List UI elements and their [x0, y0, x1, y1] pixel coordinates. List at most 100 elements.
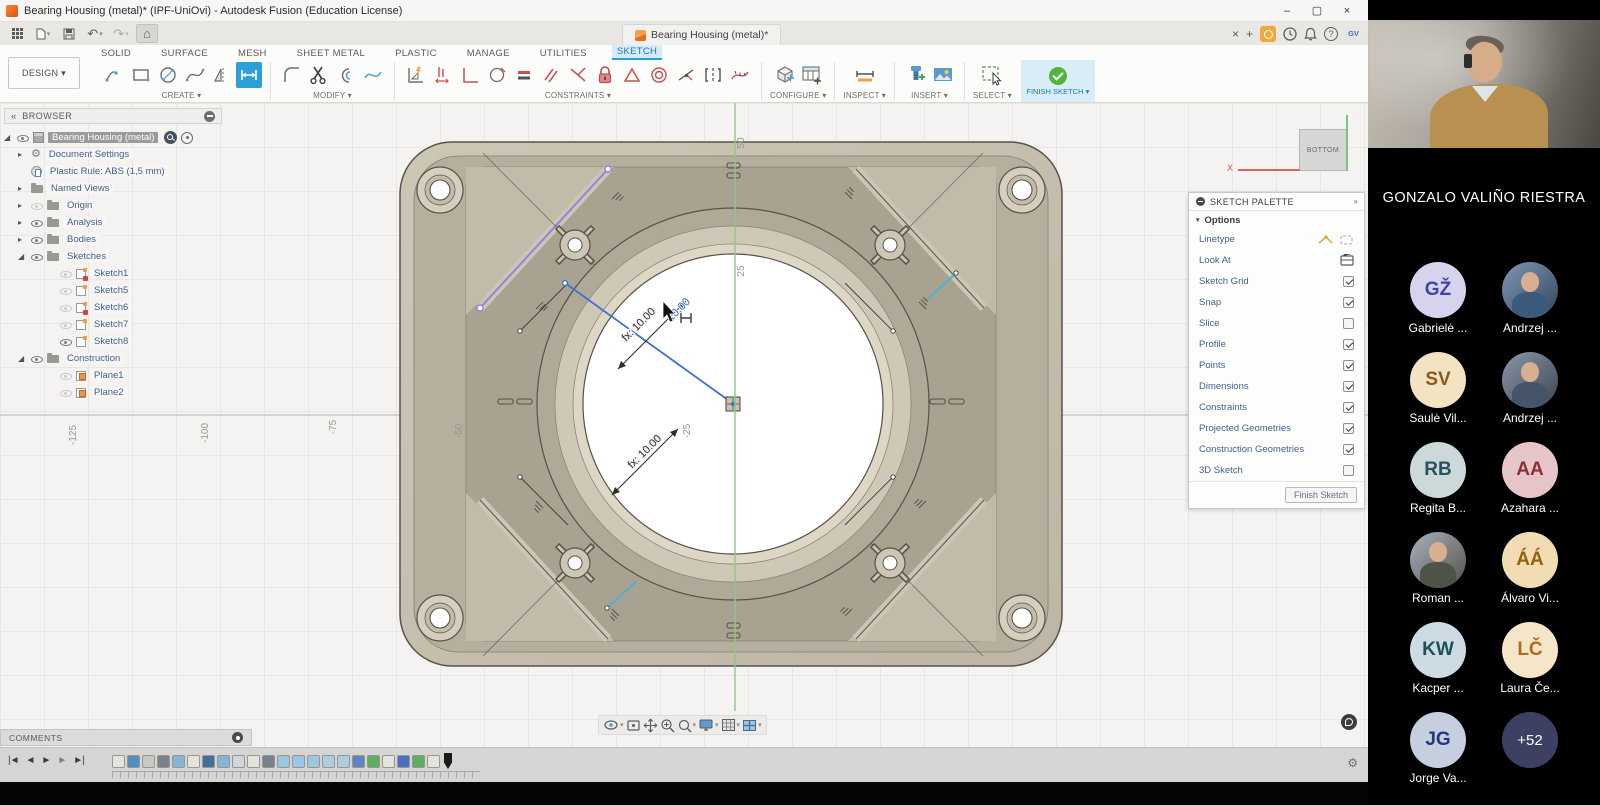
speaker-video[interactable] — [1368, 20, 1600, 148]
constraints-group-label[interactable]: CONSTRAINTS ▾ — [545, 91, 611, 100]
eye-icon[interactable] — [17, 132, 29, 143]
circle-dim-icon[interactable] — [484, 62, 510, 88]
timeline-feature-fillet[interactable] — [292, 755, 305, 768]
tree-root-component[interactable]: ◢ Bearing Housing (metal) — [4, 129, 222, 146]
avatar[interactable]: JG — [1410, 712, 1466, 768]
palette-expand-icon[interactable]: » — [1354, 197, 1357, 206]
palette-row-lookat[interactable]: Look At — [1189, 250, 1364, 271]
comments-bar[interactable]: COMMENTS — [0, 729, 252, 746]
timeline-feature-extrude[interactable] — [127, 755, 140, 768]
fit-icon[interactable]: ▾ — [677, 718, 697, 733]
avatar[interactable]: AA — [1502, 442, 1558, 498]
palette-header[interactable]: SKETCH PALETTE » — [1189, 193, 1364, 211]
tree-item-sketch6[interactable]: Sketch6 — [4, 299, 222, 316]
palette-options-section[interactable]: ▾Options — [1189, 211, 1364, 229]
grid-settings-icon[interactable]: ▾ — [721, 718, 741, 732]
timeline-feature-fillet[interactable] — [307, 755, 320, 768]
palette-row-points[interactable]: Points — [1189, 355, 1364, 376]
avatar[interactable]: KW — [1410, 622, 1466, 678]
browser-collapse-all-icon[interactable] — [204, 111, 215, 122]
perpendicular-constraint-icon[interactable] — [565, 62, 591, 88]
timeline-feature-bolt[interactable] — [397, 755, 410, 768]
insert-fastener-icon[interactable] — [903, 62, 929, 88]
spline-tool-icon[interactable] — [182, 62, 208, 88]
eye-icon[interactable] — [60, 387, 72, 398]
checkbox[interactable] — [1343, 444, 1354, 455]
user-avatar[interactable]: GV — [1345, 25, 1362, 42]
activate-component-icon[interactable] — [181, 132, 193, 144]
timeline-feature-sketch[interactable] — [112, 755, 125, 768]
fillet-tool-icon[interactable] — [279, 62, 305, 88]
measure-icon[interactable] — [852, 62, 878, 88]
new-tab-icon[interactable]: + — [1246, 27, 1253, 41]
timeline-feature-hole[interactable] — [157, 755, 170, 768]
tree-item-named-views[interactable]: ▸ Named Views — [4, 180, 222, 197]
timeline-feature-fillet[interactable] — [277, 755, 290, 768]
viewcube[interactable]: BOTTOM — [1299, 129, 1347, 171]
palette-row-linetype[interactable]: Linetype — [1189, 229, 1364, 250]
avatar[interactable]: GŽ — [1410, 262, 1466, 318]
palette-row-projected-geometries[interactable]: Projected Geometries — [1189, 418, 1364, 439]
eye-icon[interactable] — [31, 200, 43, 211]
save-icon[interactable] — [58, 24, 80, 43]
lock-constraint-icon[interactable] — [592, 62, 618, 88]
participant[interactable]: Andrzej ... — [1487, 262, 1573, 335]
eye-icon[interactable] — [60, 336, 72, 347]
comments-expand-icon[interactable] — [232, 732, 243, 743]
home-icon[interactable]: ⌂ — [136, 24, 158, 43]
tree-item-bodies[interactable]: ▸ Bodies — [4, 231, 222, 248]
timeline-feature-fillet[interactable] — [172, 755, 185, 768]
offset-tool-icon[interactable] — [333, 62, 359, 88]
timeline-feature-sketch[interactable] — [247, 755, 260, 768]
participant-overflow[interactable]: +52 — [1487, 712, 1573, 785]
workspace-selector[interactable]: DESIGN ▾ — [8, 57, 80, 89]
timeline-feature-box[interactable] — [352, 755, 365, 768]
timeline-skip-start-icon[interactable]: |◄ — [8, 755, 19, 766]
palette-row-sketch-grid[interactable]: Sketch Grid — [1189, 271, 1364, 292]
tree-item-sketches[interactable]: ◢ Sketches — [4, 248, 222, 265]
avatar-photo[interactable] — [1410, 532, 1466, 588]
palette-minimize-icon[interactable] — [1196, 197, 1205, 206]
eye-icon[interactable] — [31, 217, 43, 228]
display-settings-icon[interactable]: ▾ — [698, 718, 719, 732]
tab-plastic[interactable]: PLASTIC — [390, 47, 442, 60]
timeline-skip-end-icon[interactable]: ►| — [73, 755, 84, 766]
tree-item-sketch8[interactable]: Sketch8 — [4, 333, 222, 350]
palette-row-dimensions[interactable]: Dimensions — [1189, 376, 1364, 397]
checkbox[interactable] — [1343, 360, 1354, 371]
equal-constraint-icon[interactable] — [511, 62, 537, 88]
select-group-label[interactable]: SELECT ▾ — [973, 91, 1012, 100]
timeline-feature-fillet[interactable] — [337, 755, 350, 768]
palette-row-construction-geometries[interactable]: Construction Geometries — [1189, 439, 1364, 460]
participant[interactable]: RB Regita B... — [1395, 442, 1481, 515]
participant[interactable]: Andrzej ... — [1487, 352, 1573, 425]
timeline-step-back-icon[interactable]: ◄ — [26, 755, 35, 766]
construction-linetype-icon[interactable] — [1318, 234, 1334, 246]
checkbox[interactable] — [1343, 276, 1354, 287]
timeline-feature-pattern[interactable] — [412, 755, 425, 768]
tree-item-plane2[interactable]: Plane2 — [4, 384, 222, 401]
checkbox[interactable] — [1343, 423, 1354, 434]
curvature-constraint-icon[interactable] — [727, 62, 753, 88]
tree-item-sketch7[interactable]: Sketch7 — [4, 316, 222, 333]
palette-row-constraints[interactable]: Constraints — [1189, 397, 1364, 418]
avatar-photo[interactable] — [1502, 262, 1558, 318]
look-at-icon[interactable] — [1340, 254, 1354, 267]
project-icon[interactable] — [430, 62, 456, 88]
finish-sketch-button[interactable]: FINISH SKETCH ▾ — [1021, 60, 1095, 102]
break-tool-icon[interactable] — [360, 62, 386, 88]
minimize-button[interactable]: – — [1272, 2, 1302, 20]
tab-sketch[interactable]: SKETCH — [612, 45, 662, 60]
checkbox[interactable] — [1343, 465, 1354, 476]
dimension-tool-icon[interactable] — [236, 62, 262, 88]
timeline-feature-shell[interactable] — [232, 755, 245, 768]
create-group-label[interactable]: CREATE ▾ — [162, 91, 202, 100]
configuration-cube-icon[interactable] — [772, 62, 798, 88]
trim-tool-icon[interactable] — [306, 62, 332, 88]
redo-icon[interactable]: ↷▾ — [110, 24, 132, 43]
tab-sheet-metal[interactable]: SHEET METAL — [292, 47, 370, 60]
participant[interactable]: GŽ Gabrielė ... — [1395, 262, 1481, 335]
tab-surface[interactable]: SURFACE — [156, 47, 213, 60]
close-button[interactable]: × — [1332, 2, 1362, 20]
parallel-constraint-icon[interactable] — [538, 62, 564, 88]
